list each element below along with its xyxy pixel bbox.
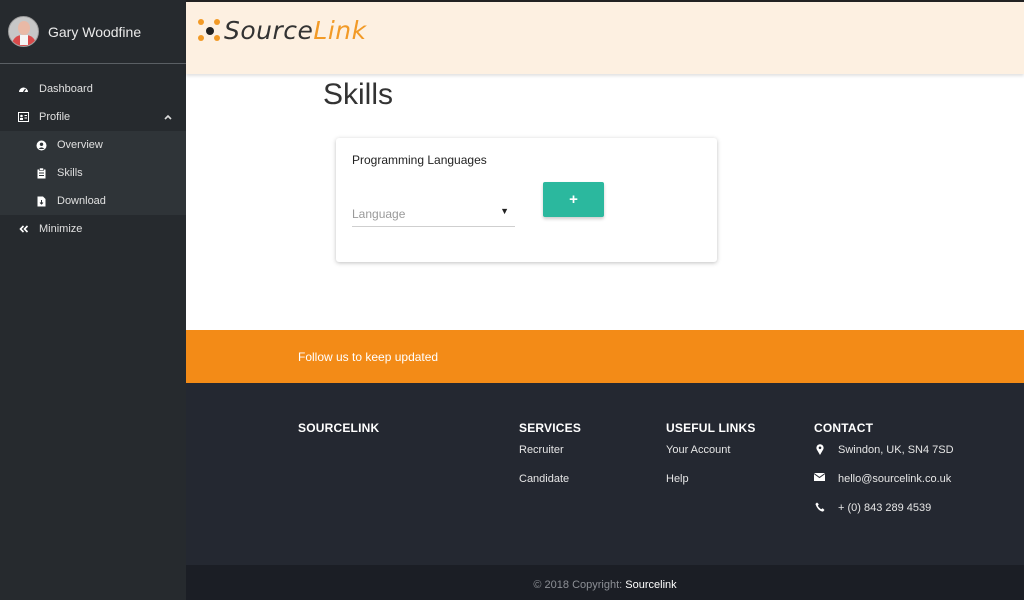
follow-text: Follow us to keep updated (298, 350, 439, 364)
map-marker-icon (814, 444, 825, 455)
contact-email-text: hello@sourcelink.co.uk (838, 473, 952, 485)
sidebar-item-dashboard[interactable]: Dashboard (0, 75, 186, 103)
add-language-button[interactable]: + (543, 182, 604, 217)
caret-down-icon: ▼ (500, 206, 509, 216)
contact-address-text: Swindon, UK, SN4 7SD (838, 444, 954, 456)
footer-useful-heading: USEFUL LINKS (666, 421, 756, 435)
copyright-bar: © 2018 Copyright: Sourcelink (186, 565, 1024, 600)
sidebar-item-label: Download (57, 195, 106, 207)
avatar[interactable] (8, 16, 39, 47)
footer-services-column: SERVICES Recruiter Candidate (519, 421, 581, 502)
footer-link-candidate[interactable]: Candidate (519, 473, 581, 502)
sidebar-nav: Dashboard Profile Overview Skills Downlo… (0, 75, 186, 243)
sidebar-item-minimize[interactable]: Minimize (0, 215, 186, 243)
user-profile[interactable]: Gary Woodfine (0, 0, 186, 64)
sidebar-item-label: Skills (57, 167, 83, 179)
footer-link-help[interactable]: Help (666, 473, 756, 502)
sidebar: Gary Woodfine Dashboard Profile Overview (0, 0, 186, 600)
footer-contact-column: CONTACT Swindon, UK, SN4 7SD hello@sourc… (814, 421, 954, 531)
envelope-icon (814, 473, 825, 481)
skills-card: Programming Languages Language ▼ + (336, 138, 717, 262)
sidebar-item-profile[interactable]: Profile (0, 103, 186, 131)
contact-email[interactable]: hello@sourcelink.co.uk (814, 473, 954, 502)
logo-text: SourceLink (224, 16, 367, 45)
footer-brand-column: SOURCELINK (298, 421, 379, 444)
language-select[interactable]: Language ▼ (352, 202, 515, 227)
phone-icon (814, 502, 825, 512)
copyright-brand-link[interactable]: Sourcelink (625, 579, 676, 591)
double-chevron-left-icon (18, 224, 29, 235)
page-title: Skills (323, 78, 394, 111)
sidebar-item-label: Minimize (39, 223, 83, 235)
footer-brand-heading: SOURCELINK (298, 421, 380, 435)
footer-link-your-account[interactable]: Your Account (666, 444, 756, 473)
dashboard-icon (18, 84, 29, 95)
copyright-prefix: © 2018 Copyright: (533, 579, 623, 591)
contact-address: Swindon, UK, SN4 7SD (814, 444, 954, 473)
sidebar-item-download[interactable]: Download (0, 187, 186, 215)
top-header: SourceLink (186, 0, 1024, 74)
footer-contact-heading: CONTACT (814, 421, 874, 435)
footer: SOURCELINK SERVICES Recruiter Candidate … (186, 383, 1024, 565)
language-select-placeholder: Language (352, 207, 406, 221)
file-download-icon (36, 196, 47, 207)
sidebar-item-label: Dashboard (39, 83, 93, 95)
user-circle-icon (36, 140, 47, 151)
contact-phone-text: + (0) 843 289 4539 (838, 502, 932, 514)
profile-card-icon (18, 112, 29, 123)
sidebar-item-skills[interactable]: Skills (0, 159, 186, 187)
footer-useful-links-column: USEFUL LINKS Your Account Help (666, 421, 756, 502)
logo-mark-icon (198, 18, 222, 43)
card-title: Programming Languages (352, 153, 487, 167)
sidebar-item-label: Overview (57, 139, 103, 151)
clipboard-icon (36, 167, 47, 179)
sidebar-item-overview[interactable]: Overview (0, 131, 186, 159)
sidebar-item-label: Profile (39, 111, 71, 123)
footer-services-heading: SERVICES (519, 421, 582, 435)
contact-phone[interactable]: + (0) 843 289 4539 (814, 502, 954, 531)
user-name: Gary Woodfine (48, 23, 142, 40)
follow-bar: Follow us to keep updated (186, 330, 1024, 383)
sourcelink-logo[interactable]: SourceLink (198, 16, 367, 45)
footer-link-recruiter[interactable]: Recruiter (519, 444, 581, 473)
chevron-up-icon[interactable] (164, 112, 172, 122)
